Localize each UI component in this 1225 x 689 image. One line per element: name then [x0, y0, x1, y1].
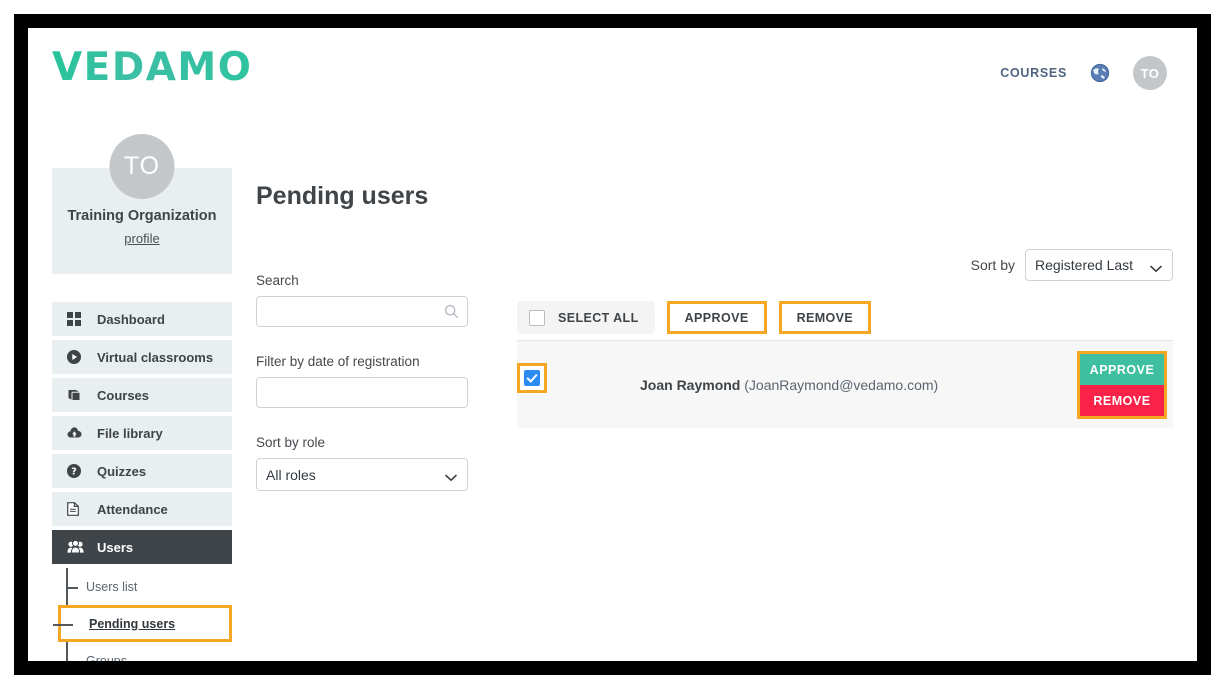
- sidebar-item-label: Virtual classrooms: [97, 349, 214, 365]
- courses-link[interactable]: COURSES: [1000, 66, 1067, 80]
- select-all-checkbox[interactable]: [529, 309, 545, 326]
- search-label: Search: [256, 273, 299, 288]
- date-filter-input[interactable]: [256, 377, 468, 408]
- sort-bar: Sort by Registered Last: [517, 249, 1173, 281]
- bulk-approve-button[interactable]: APPROVE: [666, 301, 767, 334]
- row-select-checkbox[interactable]: [524, 370, 540, 386]
- date-input-wrap: [256, 377, 468, 408]
- sidebar-item-quizzes[interactable]: ? Quizzes: [52, 454, 232, 488]
- row-remove-button[interactable]: REMOVE: [1080, 385, 1164, 416]
- svg-text:?: ?: [71, 467, 77, 478]
- sidebar-item-groups[interactable]: Groups: [66, 642, 232, 661]
- question-circle-icon: ?: [67, 464, 88, 478]
- sidebar-item-dashboard[interactable]: Dashboard: [52, 302, 232, 336]
- role-filter-label: Sort by role: [256, 435, 326, 450]
- bulk-action-toolbar: SELECT ALL APPROVE REMOVE: [517, 301, 1173, 334]
- table-row: Joan Raymond (JoanRaymond@vedamo.com) AP…: [517, 340, 1173, 428]
- sidebar-item-attendance[interactable]: Attendance: [52, 492, 232, 526]
- pending-users-list: Joan Raymond (JoanRaymond@vedamo.com) AP…: [517, 340, 1173, 428]
- sidebar-item-pending-users[interactable]: Pending users: [53, 605, 232, 642]
- top-header: VEDAMO COURSES TO: [28, 28, 1197, 114]
- cloud-upload-icon: [67, 426, 88, 440]
- sidebar-subitem-label: Users list: [86, 579, 138, 594]
- sidebar-item-courses[interactable]: Courses: [52, 378, 232, 412]
- tree-branch: [66, 660, 78, 661]
- sidebar-nav: Dashboard Virtual classrooms Courses Fil…: [52, 302, 232, 661]
- globe-icon[interactable]: [1090, 63, 1110, 83]
- sidebar-item-users-list[interactable]: Users list: [66, 568, 232, 605]
- sidebar-item-label: Users: [97, 539, 134, 555]
- sidebar-item-label: Quizzes: [97, 463, 147, 479]
- search-input[interactable]: [256, 296, 468, 327]
- sort-select[interactable]: Registered Last: [1025, 249, 1173, 281]
- sort-select-wrap: Registered Last: [1025, 249, 1173, 281]
- tree-branch: [53, 623, 73, 626]
- sidebar-item-label: File library: [97, 425, 163, 441]
- date-filter-label: Filter by date of registration: [256, 354, 420, 369]
- sidebar-subnav: Users list Pending users Groups: [52, 568, 232, 661]
- header-right-group: COURSES TO: [1000, 56, 1167, 90]
- select-all-control[interactable]: SELECT ALL: [517, 301, 655, 334]
- search-input-wrap: [256, 296, 468, 327]
- row-approve-button[interactable]: APPROVE: [1080, 354, 1164, 385]
- sidebar-item-users[interactable]: Users: [52, 530, 232, 564]
- bulk-remove-button[interactable]: REMOVE: [778, 301, 872, 334]
- profile-avatar[interactable]: TO: [109, 134, 175, 199]
- browser-frame: VEDAMO COURSES TO TO Training Organizati…: [14, 14, 1211, 675]
- book-icon: [67, 388, 88, 402]
- profile-card: TO Training Organization profile: [52, 134, 232, 274]
- user-identity: Joan Raymond (JoanRaymond@vedamo.com): [640, 377, 938, 393]
- header-avatar[interactable]: TO: [1133, 56, 1167, 90]
- user-email: (JoanRaymond@vedamo.com): [744, 376, 939, 393]
- row-select-checkbox-wrap[interactable]: [517, 363, 547, 393]
- sidebar-subitem-label: Pending users: [89, 616, 176, 631]
- profile-link[interactable]: profile: [124, 231, 159, 246]
- role-select-wrap: All roles: [256, 458, 468, 491]
- role-select[interactable]: All roles: [256, 458, 468, 491]
- filters-panel: Search Filter by date of registration So…: [256, 273, 468, 491]
- sidebar-item-file-library[interactable]: File library: [52, 416, 232, 450]
- play-circle-icon: [67, 350, 88, 364]
- users-group-icon: [67, 540, 88, 554]
- sort-by-label: Sort by: [970, 257, 1015, 273]
- sidebar: TO Training Organization profile Dashboa…: [52, 134, 232, 661]
- row-actions-group: APPROVE REMOVE: [1077, 351, 1167, 419]
- document-icon: [67, 502, 88, 516]
- vedamo-logo[interactable]: VEDAMO: [52, 45, 252, 90]
- tree-branch: [66, 586, 78, 589]
- select-all-label: SELECT ALL: [558, 310, 639, 325]
- page-root: VEDAMO COURSES TO TO Training Organizati…: [28, 28, 1197, 661]
- sidebar-subitem-label: Groups: [86, 653, 127, 662]
- sidebar-item-label: Attendance: [97, 501, 168, 517]
- sidebar-item-label: Dashboard: [97, 311, 165, 327]
- main-content: Pending users Search Filter by date of r…: [256, 134, 1197, 661]
- sidebar-item-virtual-classrooms[interactable]: Virtual classrooms: [52, 340, 232, 374]
- list-panel: Sort by Registered Last SELECT ALL APPRO…: [517, 134, 1173, 428]
- sidebar-item-label: Courses: [97, 387, 150, 403]
- grid-icon: [67, 312, 88, 326]
- user-name: Joan Raymond: [640, 376, 741, 393]
